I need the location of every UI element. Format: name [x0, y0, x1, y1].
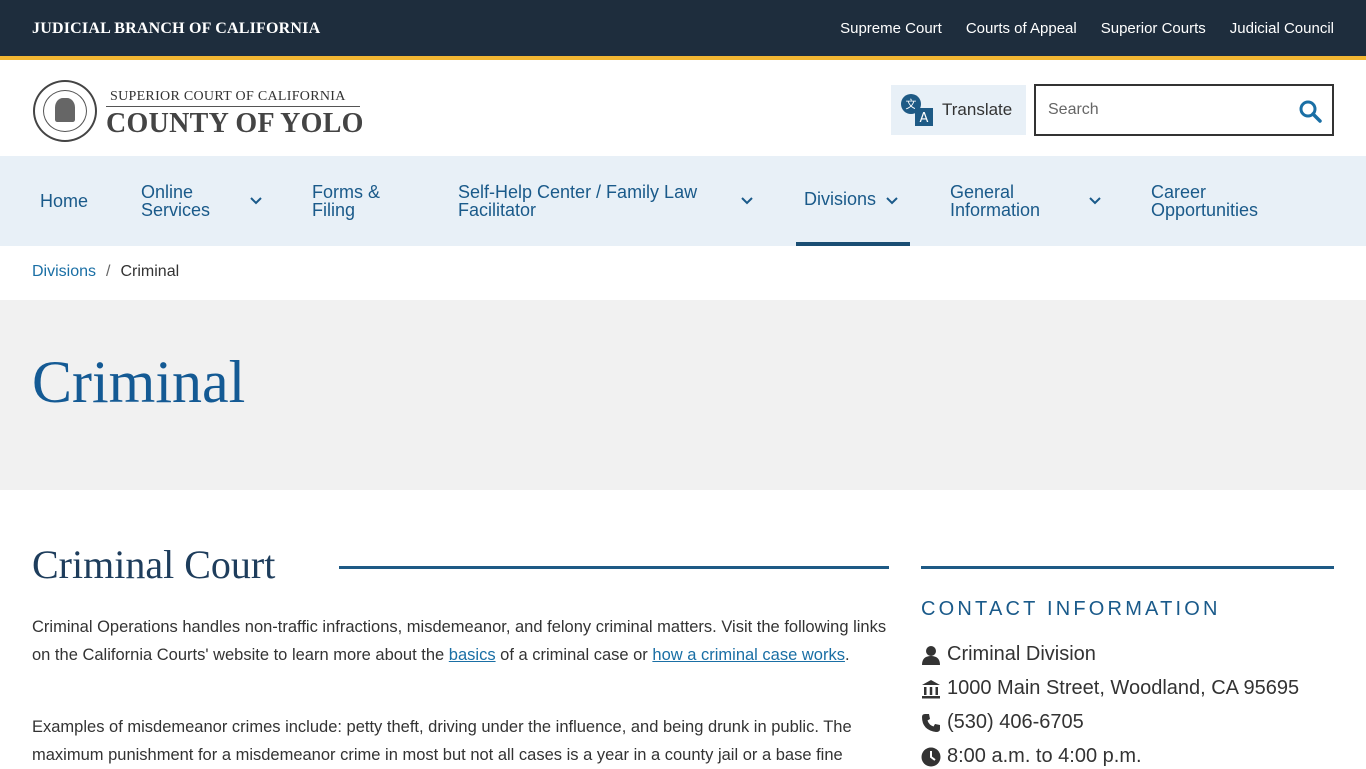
chevron-down-icon — [741, 197, 753, 205]
nav-forms-filing[interactable]: Forms & Filing — [312, 156, 380, 246]
contact-division: Criminal Division — [921, 643, 1096, 666]
nav-career-line1: Career — [1151, 182, 1207, 202]
contact-address-text: 1000 Main Street, Woodland, CA 95695 — [947, 677, 1300, 699]
site-header: SUPERIOR COURT OF CALIFORNIA COUNTY OF Y… — [0, 64, 1366, 156]
page-title: Criminal — [32, 349, 246, 415]
link-supreme-court[interactable]: Supreme Court — [840, 20, 942, 37]
seal-figure — [55, 98, 75, 122]
nav-general-information[interactable]: General Information — [950, 156, 1101, 246]
logo-divider — [106, 106, 360, 107]
logo-title[interactable]: COUNTY OF YOLO — [106, 108, 364, 140]
link-superior-courts[interactable]: Superior Courts — [1101, 20, 1206, 37]
link-judicial-council[interactable]: Judicial Council — [1230, 20, 1334, 37]
nav-home-label: Home — [40, 191, 89, 211]
nav-career-line2: Opportunities — [1151, 200, 1259, 220]
nav-online-services-line1: Online — [141, 182, 194, 202]
nav-career-opportunities[interactable]: Career Opportunities — [1151, 156, 1258, 246]
intro-text-c: . — [844, 645, 850, 664]
contact-phone[interactable]: (530) 406-6705 — [921, 711, 1084, 734]
breadcrumb-current: Criminal — [120, 263, 180, 280]
chevron-down-icon — [1089, 197, 1101, 205]
misdemeanor-paragraph: Examples of misdemeanor crimes include: … — [32, 718, 852, 764]
svg-text:A: A — [920, 111, 929, 126]
section-divider — [339, 566, 889, 569]
logo-subtitle[interactable]: SUPERIOR COURT OF CALIFORNIA — [110, 89, 346, 105]
nav-self-help-line2: Facilitator — [458, 200, 537, 220]
translate-label: Translate — [942, 100, 1013, 119]
intro-paragraph: Criminal Operations handles non-traffic … — [32, 614, 888, 669]
translate-button[interactable]: 文 A Translate — [891, 85, 1026, 135]
phone-icon — [922, 713, 940, 732]
nav-forms-line2: Filing — [312, 200, 356, 220]
user-icon — [922, 645, 940, 665]
contact-hours: 8:00 a.m. to 4:00 p.m. — [921, 745, 1142, 768]
nav-online-services[interactable]: Online Services — [141, 156, 262, 246]
svg-text:文: 文 — [906, 97, 917, 111]
breadcrumb-divisions[interactable]: Divisions — [32, 263, 96, 281]
chevron-down-icon — [250, 197, 262, 205]
link-courts-of-appeal[interactable]: Courts of Appeal — [966, 20, 1077, 37]
main-nav: Home Online Services Forms & Filing Self… — [0, 156, 1366, 246]
sidebar-divider — [921, 566, 1334, 569]
nav-home[interactable]: Home — [40, 156, 88, 246]
link-how-criminal-case-works[interactable]: how a criminal case works — [652, 646, 845, 664]
contact-hours-text: 8:00 a.m. to 4:00 p.m. — [947, 745, 1142, 767]
contact-address: 1000 Main Street, Woodland, CA 95695 — [921, 677, 1299, 700]
top-bar: JUDICIAL BRANCH OF CALIFORNIA Supreme Co… — [0, 0, 1366, 60]
breadcrumb: Divisions / Criminal — [32, 263, 179, 281]
nav-general-line1: General — [950, 182, 1015, 202]
section-title: Criminal Court — [32, 542, 276, 587]
search-input[interactable] — [1048, 98, 1288, 122]
nav-self-help-line1: Self-Help Center / Family Law — [458, 182, 698, 202]
nav-divisions-label: Divisions — [804, 189, 877, 209]
nav-forms-line1: Forms & — [312, 182, 381, 202]
nav-online-services-line2: Services — [141, 200, 211, 220]
breadcrumb-separator: / — [106, 263, 111, 280]
contact-division-text: Criminal Division — [947, 643, 1096, 665]
search-box — [1034, 84, 1334, 136]
building-icon — [922, 679, 940, 698]
contact-phone-text[interactable]: (530) 406-6705 — [947, 711, 1084, 734]
nav-general-line2: Information — [950, 200, 1041, 220]
page-hero: Criminal — [0, 300, 1366, 490]
translate-icon: 文 A — [901, 94, 933, 126]
nav-self-help[interactable]: Self-Help Center / Family Law Facilitato… — [458, 156, 753, 246]
top-links: Supreme Court Courts of Appeal Superior … — [840, 20, 1334, 37]
judicial-branch-brand[interactable]: JUDICIAL BRANCH OF CALIFORNIA — [32, 20, 320, 38]
intro-text-b: of a criminal case or — [495, 645, 653, 664]
contact-heading: CONTACT INFORMATION — [921, 598, 1221, 620]
link-basics[interactable]: basics — [449, 646, 496, 664]
search-icon[interactable] — [1298, 99, 1322, 123]
clock-icon — [921, 747, 941, 766]
chevron-down-icon — [886, 197, 898, 205]
nav-divisions[interactable]: Divisions — [796, 156, 910, 246]
court-seal-logo[interactable] — [33, 80, 97, 142]
